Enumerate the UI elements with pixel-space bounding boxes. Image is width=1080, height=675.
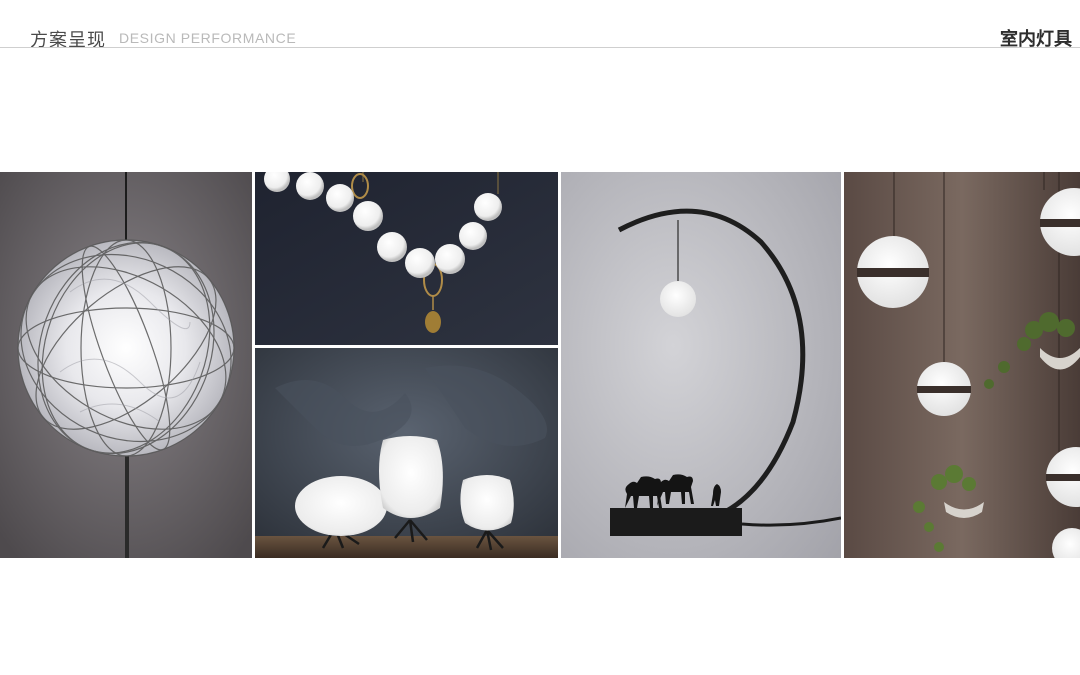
section-subtitle: DESIGN PERFORMANCE	[119, 30, 297, 46]
photo-pebble-lamps	[255, 348, 558, 558]
photo-globe-pendants	[844, 172, 1080, 558]
page-header: 方案呈现 DESIGN PERFORMANCE 室内灯具	[0, 0, 1080, 51]
photo-wire-ball-lamp	[0, 172, 252, 558]
header-divider	[0, 47, 1080, 48]
section-title: 方案呈现	[30, 30, 106, 51]
photo-crescent-lamp	[561, 172, 841, 558]
photo-pearl-chandelier	[255, 172, 558, 345]
